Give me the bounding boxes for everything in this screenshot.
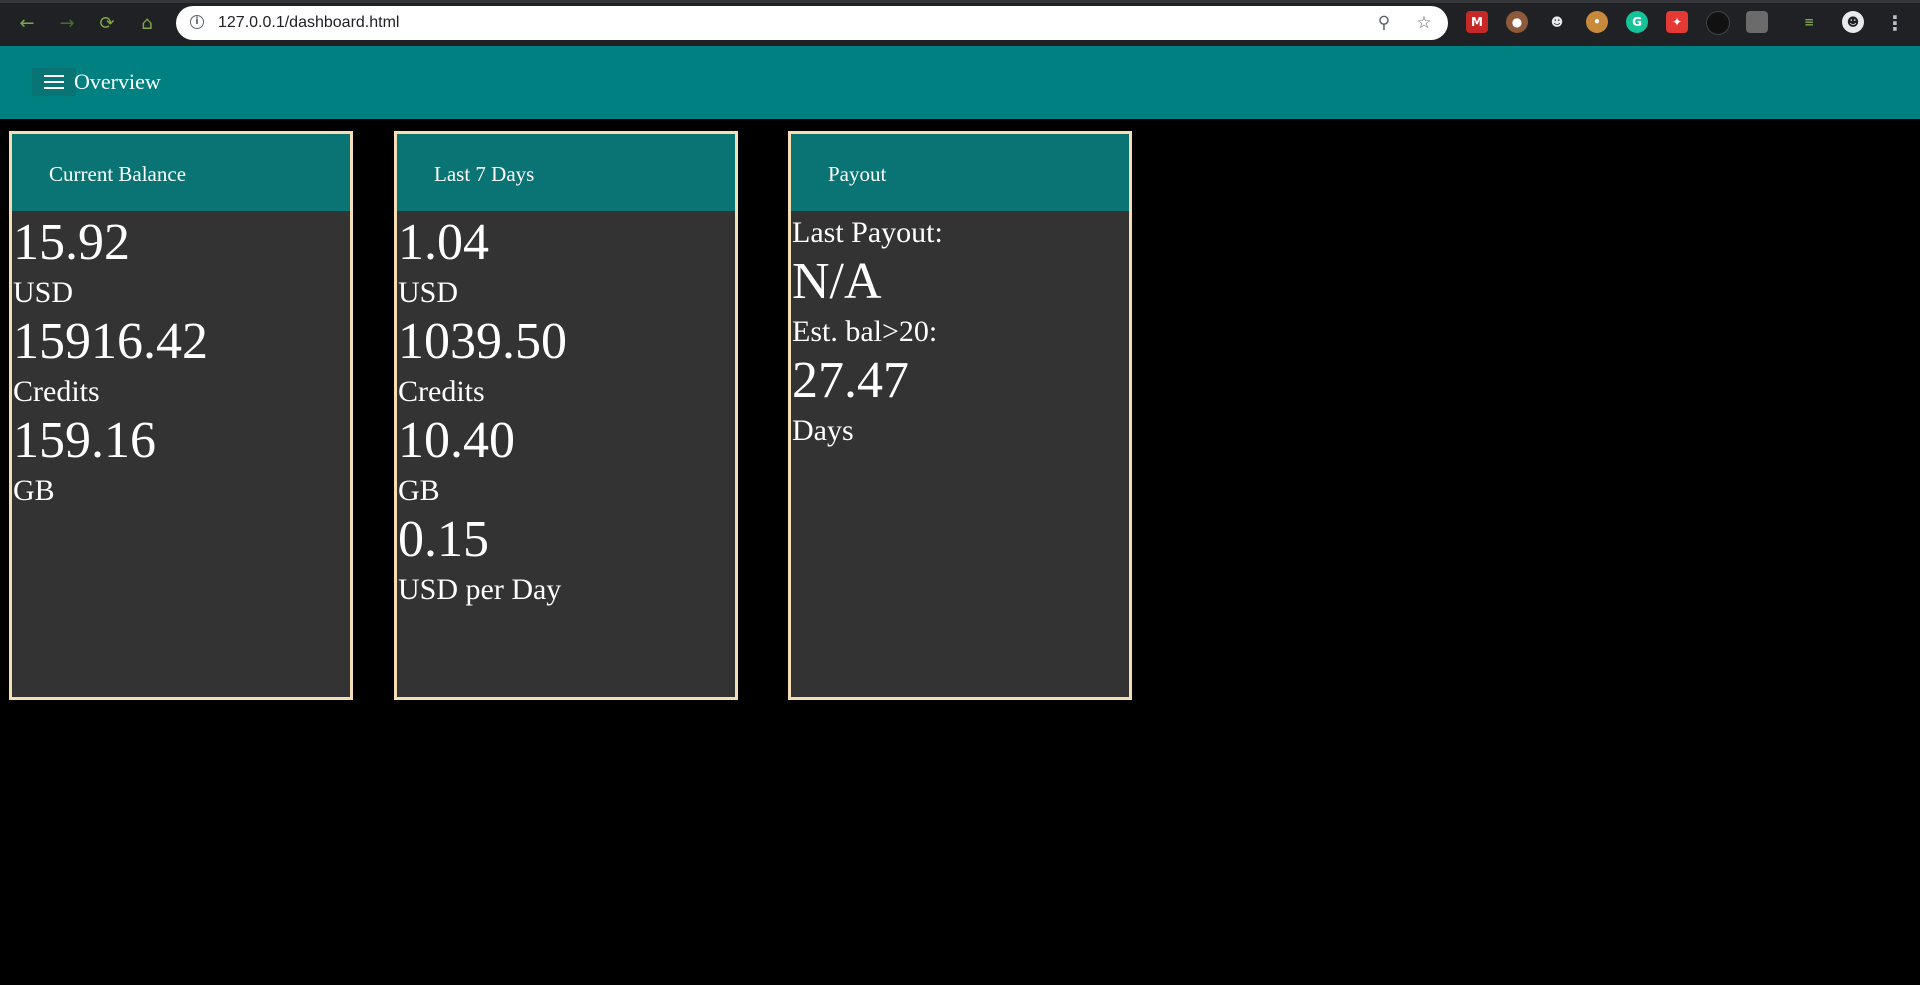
estimate-value: 27.47 — [792, 352, 909, 409]
card-header: Last 7 Days — [397, 134, 735, 211]
app-header: Overview — [0, 46, 1920, 119]
card-body: Last Payout: N/A Est. bal>20: 27.47 Days — [791, 213, 1129, 450]
estimate-unit: Days — [792, 414, 854, 447]
page-title: Overview — [74, 69, 161, 94]
usd-per-day-value: 0.15 — [398, 511, 489, 568]
card-header: Payout — [791, 134, 1129, 211]
week-credits-unit: Credits — [398, 375, 485, 408]
week-usd-value: 1.04 — [398, 214, 489, 271]
playlist-extension-icon[interactable]: ≡ — [1798, 11, 1820, 33]
browser-toolbar: ← → ⟳ ⌂ i 127.0.0.1/dashboard.html ⚲ ☆ M… — [0, 0, 1920, 46]
pin-extension-icon[interactable]: ✦ — [1666, 11, 1688, 33]
card-header: Current Balance — [12, 134, 350, 211]
forward-arrow-icon[interactable]: → — [52, 8, 82, 38]
estimate-label: Est. bal>20: — [792, 315, 938, 348]
tabstrip-edge — [0, 0, 1920, 3]
reddit-extension-icon[interactable]: ☻ — [1546, 11, 1568, 33]
bookmark-star-icon[interactable]: ☆ — [1412, 11, 1436, 35]
back-arrow-icon[interactable]: ← — [12, 8, 42, 38]
week-usd-unit: USD — [398, 276, 459, 309]
week-credits-value: 1039.50 — [398, 313, 567, 370]
briefcase-extension-icon[interactable] — [1746, 11, 1768, 33]
balance-credits-unit: Credits — [13, 375, 100, 408]
zoom-icon[interactable]: ⚲ — [1372, 11, 1396, 35]
card-body: 15.92 USD 15916.42 Credits 159.16 GB — [12, 213, 350, 510]
last-payout-label: Last Payout: — [792, 216, 943, 249]
browser-menu-icon[interactable]: ⋮ — [1885, 9, 1905, 37]
url-text[interactable]: 127.0.0.1/dashboard.html — [218, 14, 399, 32]
balance-gb-unit: GB — [13, 474, 55, 507]
reload-icon[interactable]: ⟳ — [92, 8, 122, 38]
week-gb-value: 10.40 — [398, 412, 515, 469]
balance-usd-value: 15.92 — [13, 214, 130, 271]
card-body: 1.04 USD 1039.50 Credits 10.40 GB 0.15 U… — [397, 213, 735, 609]
dark-extension-icon[interactable] — [1706, 11, 1730, 35]
site-info-icon[interactable]: i — [190, 15, 204, 29]
home-icon[interactable]: ⌂ — [132, 8, 162, 38]
hamburger-menu-icon[interactable] — [32, 68, 76, 96]
profile-avatar-icon[interactable]: ☻ — [1842, 11, 1864, 33]
face-extension-icon[interactable]: ● — [1506, 11, 1528, 33]
balance-gb-value: 159.16 — [13, 412, 156, 469]
current-balance-card: Current Balance 15.92 USD 15916.42 Credi… — [9, 131, 353, 700]
payout-card: Payout Last Payout: N/A Est. bal>20: 27.… — [788, 131, 1132, 700]
address-bar[interactable]: i 127.0.0.1/dashboard.html ⚲ ☆ — [176, 6, 1448, 40]
gmail-extension-icon[interactable]: M — [1466, 11, 1488, 33]
balance-usd-unit: USD — [13, 276, 74, 309]
grammarly-extension-icon[interactable]: G — [1626, 11, 1648, 33]
cookie-extension-icon[interactable]: • — [1586, 11, 1608, 33]
balance-credits-value: 15916.42 — [13, 313, 208, 370]
week-gb-unit: GB — [398, 474, 440, 507]
usd-per-day-unit: USD per Day — [398, 573, 562, 606]
last-payout-value: N/A — [792, 253, 882, 310]
last-7-days-card: Last 7 Days 1.04 USD 1039.50 Credits 10.… — [394, 131, 738, 700]
